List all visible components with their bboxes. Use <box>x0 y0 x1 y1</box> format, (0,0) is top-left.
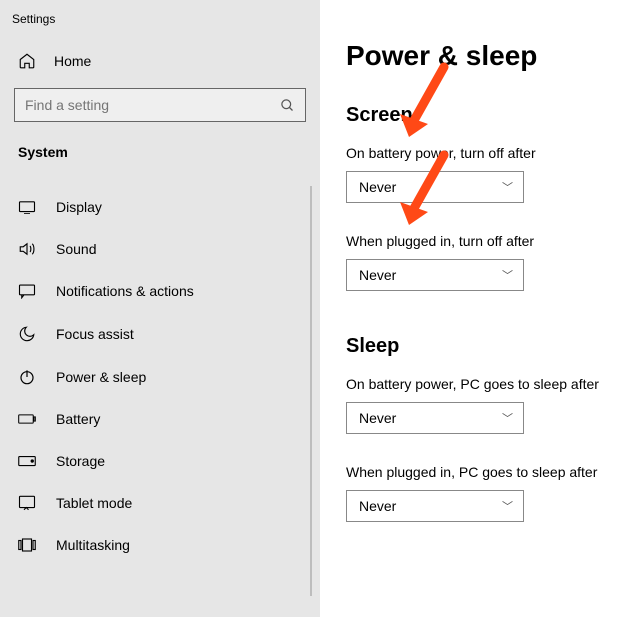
sleep-plugged-label: When plugged in, PC goes to sleep after <box>346 464 633 480</box>
sound-icon <box>18 241 36 257</box>
sidebar-item-label: Power & sleep <box>56 369 146 385</box>
search-icon <box>279 97 295 113</box>
sleep-section: Sleep On battery power, PC goes to sleep… <box>346 335 633 522</box>
select-value: Never <box>359 498 396 514</box>
sidebar-item-multitasking[interactable]: Multitasking <box>0 524 310 566</box>
sidebar-item-power-sleep[interactable]: Power & sleep <box>0 356 310 398</box>
select-value: Never <box>359 179 396 195</box>
sidebar-item-label: Sound <box>56 241 96 257</box>
sidebar-item-label: Multitasking <box>56 537 130 553</box>
focus-assist-icon <box>18 325 36 343</box>
nav-list: Display Sound Notifications & actions Fo… <box>0 186 312 596</box>
sidebar-item-label: Display <box>56 199 102 215</box>
search-box[interactable] <box>14 88 306 122</box>
sidebar-item-notifications[interactable]: Notifications & actions <box>0 270 310 312</box>
display-icon <box>18 200 36 214</box>
sidebar-item-sound[interactable]: Sound <box>0 228 310 270</box>
screen-heading: Screen <box>346 104 633 127</box>
search-input[interactable] <box>25 97 279 113</box>
screen-plugged-label: When plugged in, turn off after <box>346 233 633 249</box>
sidebar-item-focus-assist[interactable]: Focus assist <box>0 312 310 356</box>
sleep-heading: Sleep <box>346 335 633 358</box>
nav-home[interactable]: Home <box>0 44 320 88</box>
sleep-plugged-select[interactable]: Never ﹀ <box>346 490 524 522</box>
notifications-icon <box>18 283 36 299</box>
sidebar-item-label: Notifications & actions <box>56 283 194 299</box>
sleep-battery-select[interactable]: Never ﹀ <box>346 402 524 434</box>
screen-plugged-select[interactable]: Never ﹀ <box>346 259 524 291</box>
screen-battery-select[interactable]: Never ﹀ <box>346 171 524 203</box>
screen-battery-label: On battery power, turn off after <box>346 145 633 161</box>
chevron-down-icon: ﹀ <box>502 179 513 195</box>
sidebar-item-tablet-mode[interactable]: Tablet mode <box>0 482 310 524</box>
section-label-system: System <box>0 144 320 186</box>
multitasking-icon <box>18 538 36 552</box>
power-icon <box>18 369 36 385</box>
sleep-battery-label: On battery power, PC goes to sleep after <box>346 376 633 392</box>
chevron-down-icon: ﹀ <box>502 498 513 514</box>
screen-section: Screen On battery power, turn off after … <box>346 104 633 291</box>
chevron-down-icon: ﹀ <box>502 410 513 426</box>
page-title: Power & sleep <box>346 40 633 72</box>
sidebar-item-label: Tablet mode <box>56 495 132 511</box>
sidebar-item-display[interactable]: Display <box>0 186 310 228</box>
sidebar-item-battery[interactable]: Battery <box>0 398 310 440</box>
home-label: Home <box>54 53 91 69</box>
select-value: Never <box>359 410 396 426</box>
sidebar-item-label: Storage <box>56 453 105 469</box>
battery-icon <box>18 413 36 425</box>
sidebar-item-label: Focus assist <box>56 326 134 342</box>
tablet-icon <box>18 495 36 511</box>
select-value: Never <box>359 267 396 283</box>
main-content: Power & sleep Screen On battery power, t… <box>320 0 633 617</box>
app-title: Settings <box>0 8 320 44</box>
sidebar: Settings Home System Display Sound Notif… <box>0 0 320 617</box>
storage-icon <box>18 455 36 467</box>
home-icon <box>18 52 36 70</box>
sidebar-item-label: Battery <box>56 411 100 427</box>
sidebar-item-storage[interactable]: Storage <box>0 440 310 482</box>
chevron-down-icon: ﹀ <box>502 267 513 283</box>
